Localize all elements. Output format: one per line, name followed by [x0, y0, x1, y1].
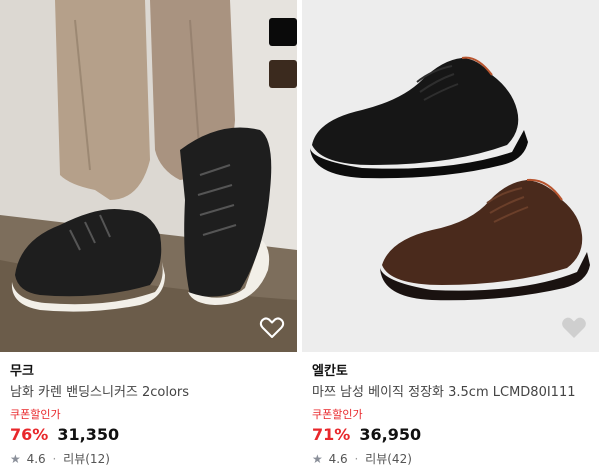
- rating-value: 4.6: [328, 452, 348, 466]
- sale-price: 31,350: [57, 425, 120, 444]
- heart-outline-icon[interactable]: [259, 316, 285, 340]
- product-info: 무크 남화 카렌 밴딩스니커즈 2colors 쿠폰할인가 76% 31,350…: [0, 352, 297, 468]
- price-row: 76% 31,350: [10, 423, 287, 447]
- color-swatch-brown[interactable]: [269, 60, 297, 88]
- product-info: 엘칸토 마쯔 남성 베이직 정장화 3.5cm LCMD80I111 쿠폰할인가…: [302, 352, 599, 468]
- color-swatch-black[interactable]: [269, 18, 297, 46]
- rating-value: 4.6: [26, 452, 46, 466]
- product-image[interactable]: [302, 0, 599, 352]
- product-card[interactable]: 엘칸토 마쯔 남성 베이직 정장화 3.5cm LCMD80I111 쿠폰할인가…: [302, 0, 599, 476]
- coupon-label: 쿠폰할인가: [10, 408, 61, 421]
- star-icon: ★: [10, 452, 21, 466]
- review-count: 리뷰(42): [365, 452, 412, 466]
- coupon-label: 쿠폰할인가: [312, 408, 363, 421]
- product-title[interactable]: 남화 카렌 밴딩스니커즈 2colors: [10, 382, 287, 404]
- heart-filled-icon[interactable]: [561, 316, 587, 340]
- star-icon: ★: [312, 452, 323, 466]
- price-row: 71% 36,950: [312, 423, 589, 447]
- product-image[interactable]: [0, 0, 297, 352]
- sale-price: 36,950: [359, 425, 422, 444]
- review-summary: ★ 4.6 · 리뷰(42): [312, 450, 589, 468]
- discount-rate: 76%: [10, 425, 49, 444]
- dress-shoes-photo: [302, 0, 599, 352]
- brand-name: 엘칸토: [312, 364, 348, 379]
- brand-name: 무크: [10, 364, 34, 379]
- product-grid: 무크 남화 카렌 밴딩스니커즈 2colors 쿠폰할인가 76% 31,350…: [0, 0, 599, 476]
- product-card[interactable]: 무크 남화 카렌 밴딩스니커즈 2colors 쿠폰할인가 76% 31,350…: [0, 0, 297, 476]
- review-summary: ★ 4.6 · 리뷰(12): [10, 450, 287, 468]
- review-count: 리뷰(12): [63, 452, 110, 466]
- separator: ·: [354, 452, 359, 466]
- discount-rate: 71%: [312, 425, 351, 444]
- sneaker-photo: [0, 0, 297, 352]
- separator: ·: [52, 452, 57, 466]
- product-title[interactable]: 마쯔 남성 베이직 정장화 3.5cm LCMD80I111: [312, 382, 589, 404]
